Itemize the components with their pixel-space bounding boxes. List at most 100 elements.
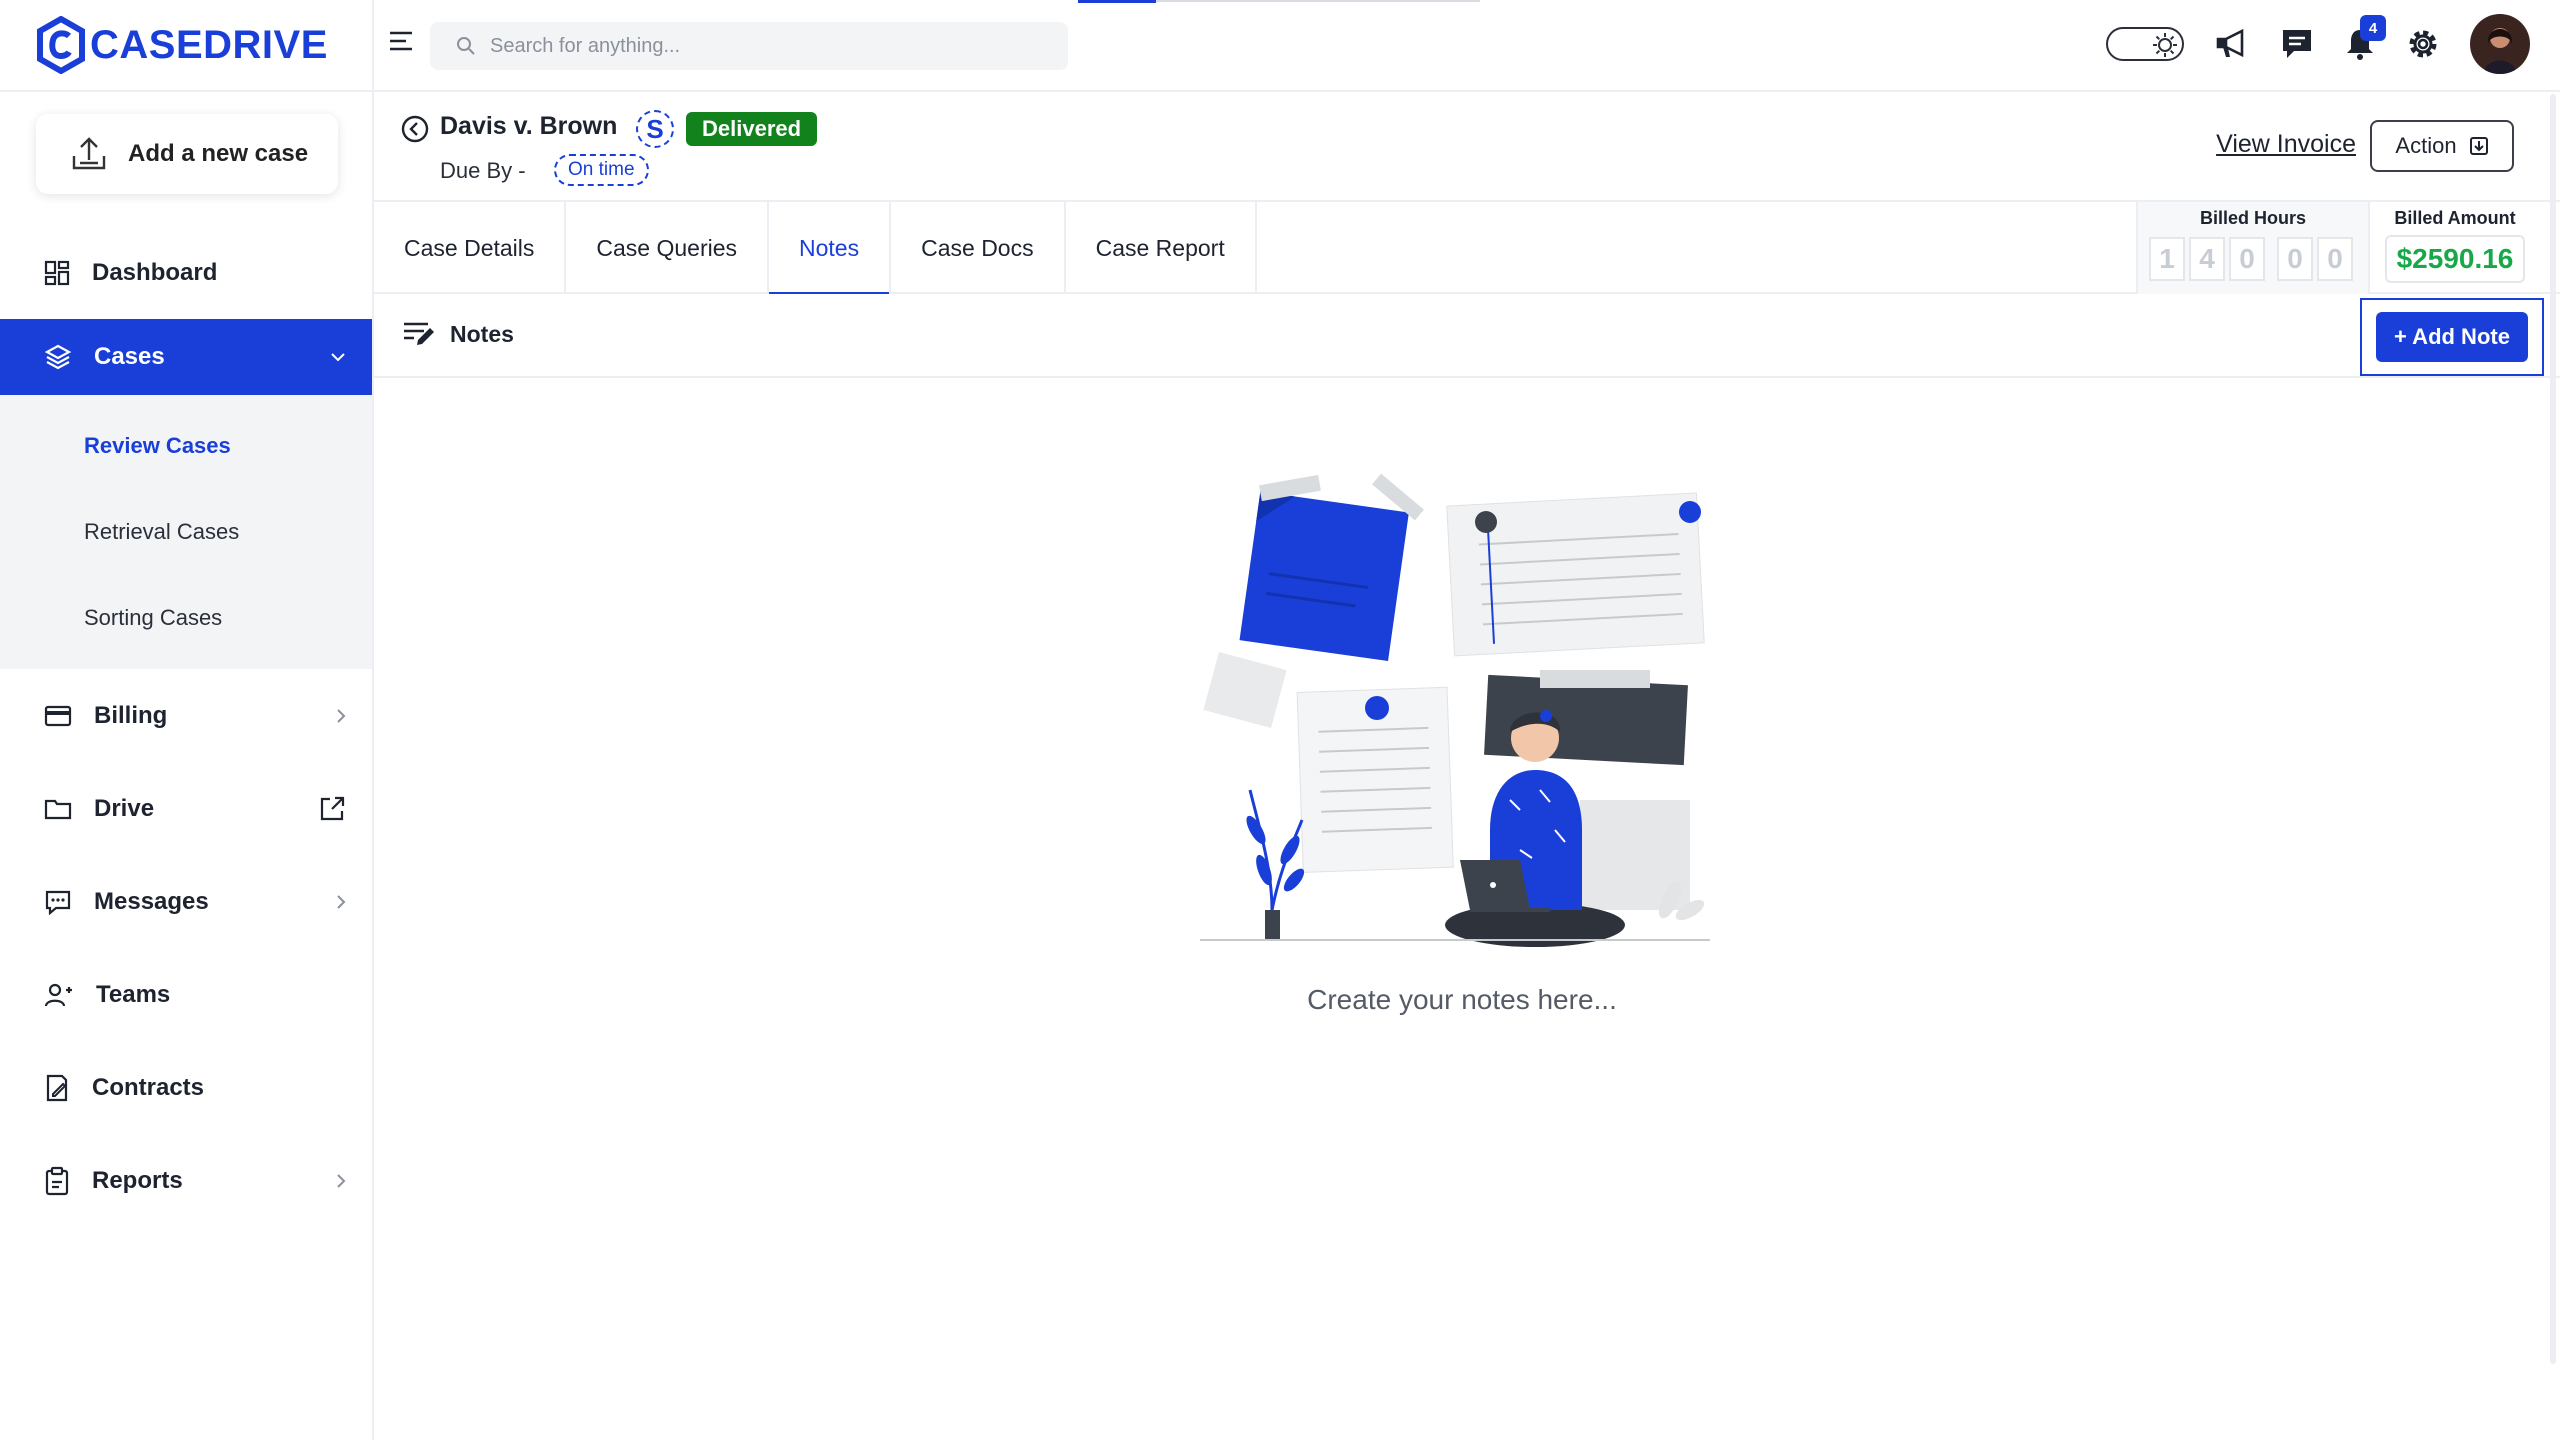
back-button[interactable] (400, 114, 430, 144)
sidebar-item-reports[interactable]: Reports (0, 1134, 372, 1227)
loading-track (1156, 0, 1480, 2)
action-menu-icon (2469, 137, 2488, 155)
upload-icon (72, 137, 106, 170)
tab-case-queries[interactable]: Case Queries (566, 202, 770, 294)
notes-section-title: Notes (402, 320, 514, 348)
gear-icon (2409, 30, 2437, 58)
case-header: Davis v. Brown S Delivered Due By - On t… (374, 94, 2560, 200)
add-note-button[interactable]: + Add Note (2376, 312, 2528, 362)
search-icon (457, 37, 475, 55)
credit-card-icon (44, 705, 72, 726)
avatar[interactable] (2470, 14, 2530, 74)
sidebar-item-label: Drive (94, 794, 155, 822)
megaphone-icon (2216, 28, 2244, 58)
hours-digit: 4 (2189, 237, 2225, 281)
billed-amount: Billed Amount $2590.16 (2370, 202, 2540, 294)
clipboard-icon (45, 1166, 69, 1195)
sidebar-item-label: Messages (94, 887, 209, 915)
add-new-case-button[interactable]: Add a new case (36, 114, 338, 194)
sidebar-nav: Dashboard Cases Review Cases Retrieval C… (0, 226, 372, 1227)
search-bar (430, 22, 1068, 70)
case-type-badge: S (636, 110, 674, 148)
case-title: Davis v. Brown (440, 112, 618, 140)
cases-submenu: Review Cases Retrieval Cases Sorting Cas… (0, 395, 372, 669)
minutes-digit: 0 (2317, 237, 2353, 281)
chevron-right-icon (337, 708, 346, 723)
chevron-right-icon (337, 1173, 346, 1188)
menu-toggle-button[interactable] (388, 30, 414, 52)
hours-digit: 1 (2149, 237, 2185, 281)
billed-hours-digits: 1 4 0 0 0 (2149, 237, 2357, 281)
sidebar-subitem-review-cases[interactable]: Review Cases (0, 403, 372, 489)
add-note-focus-ring: + Add Note (2360, 298, 2544, 376)
tab-case-details[interactable]: Case Details (374, 202, 567, 294)
folder-icon (44, 799, 72, 819)
tab-notes[interactable]: Notes (769, 202, 892, 296)
action-button[interactable]: Action (2370, 120, 2514, 172)
sidebar-item-messages[interactable]: Messages (0, 855, 372, 948)
sidebar-item-cases[interactable]: Cases (0, 319, 372, 395)
due-by-label: Due By - (440, 158, 526, 183)
announcements-button[interactable] (2214, 27, 2250, 61)
sidebar-item-label: Billing (94, 701, 168, 729)
minutes-digit: 0 (2277, 237, 2313, 281)
action-label: Action (2395, 133, 2457, 158)
sun-icon (2153, 33, 2177, 57)
tab-case-docs[interactable]: Case Docs (891, 202, 1066, 294)
notification-count-badge: 4 (2360, 15, 2386, 41)
sidebar-item-label: Contracts (92, 1073, 205, 1101)
billed-amount-value: $2590.16 (2384, 235, 2526, 283)
chat-button[interactable] (2280, 27, 2314, 61)
sidebar-item-label: Cases (94, 343, 165, 370)
sidebar-item-label: Reports (92, 1166, 183, 1194)
settings-button[interactable] (2406, 27, 2440, 61)
billed-amount-label: Billed Amount (2394, 208, 2516, 228)
sidebar-item-contracts[interactable]: Contracts (0, 1041, 372, 1134)
logo-hexagon-icon (37, 16, 85, 74)
notes-title-label: Notes (450, 320, 514, 347)
dashboard-icon (44, 260, 70, 285)
tab-case-report[interactable]: Case Report (1066, 202, 1257, 294)
sidebar-item-billing[interactable]: Billing (0, 669, 372, 762)
sidebar-item-teams[interactable]: Teams (0, 948, 372, 1041)
topbar-actions: 4 (2106, 14, 2530, 74)
contract-icon (46, 1074, 68, 1101)
view-invoice-link[interactable]: View Invoice (2216, 130, 2356, 159)
logo[interactable]: CASEDRIVE (0, 0, 372, 92)
notes-illustration-image (1200, 473, 1710, 947)
user-avatar-icon (2470, 14, 2530, 74)
status-badge: Delivered (686, 112, 818, 146)
empty-state-message: Create your notes here... (1307, 984, 1617, 1015)
logo-text: CASEDRIVE (90, 22, 328, 67)
notifications-button[interactable]: 4 (2344, 15, 2386, 61)
layers-icon (44, 344, 72, 370)
billed-hours-label: Billed Hours (2199, 208, 2306, 228)
external-link-icon (320, 796, 345, 820)
sidebar-item-label: Dashboard (92, 258, 218, 286)
hours-digit: 0 (2229, 237, 2265, 281)
sidebar: CASEDRIVE Add a new case Dashboard Cases… (0, 0, 374, 1440)
billed-hours: Billed Hours 1 4 0 0 0 (2136, 202, 2370, 294)
users-icon (44, 983, 72, 1006)
back-arrow-circle-icon (401, 115, 429, 143)
page-scrollbar[interactable] (2550, 94, 2556, 1364)
empty-notes-illustration (1190, 470, 1730, 950)
sidebar-item-dashboard[interactable]: Dashboard (0, 226, 372, 319)
add-new-case-label: Add a new case (128, 140, 309, 167)
loading-indicator (1078, 0, 1156, 3)
hamburger-icon (390, 31, 412, 51)
sidebar-subitem-retrieval-cases[interactable]: Retrieval Cases (0, 489, 372, 575)
chevron-right-icon (337, 894, 346, 909)
chevron-down-icon (331, 353, 345, 362)
notes-edit-icon (404, 322, 434, 345)
billing-summary: Billed Hours 1 4 0 0 0 Billed Amount $25… (2136, 202, 2540, 294)
tabs-row: Case Details Case Queries Notes Case Doc… (374, 200, 2560, 296)
theme-toggle[interactable] (2106, 27, 2184, 61)
sidebar-item-label: Teams (96, 980, 171, 1008)
sidebar-subitem-sorting-cases[interactable]: Sorting Cases (0, 575, 372, 661)
search-input[interactable] (490, 34, 1050, 58)
sidebar-item-drive[interactable]: Drive (0, 762, 372, 855)
notes-toolbar: Notes + Add Note (374, 294, 2560, 378)
topbar: 4 (374, 0, 2560, 92)
chat-icon (2283, 30, 2311, 58)
